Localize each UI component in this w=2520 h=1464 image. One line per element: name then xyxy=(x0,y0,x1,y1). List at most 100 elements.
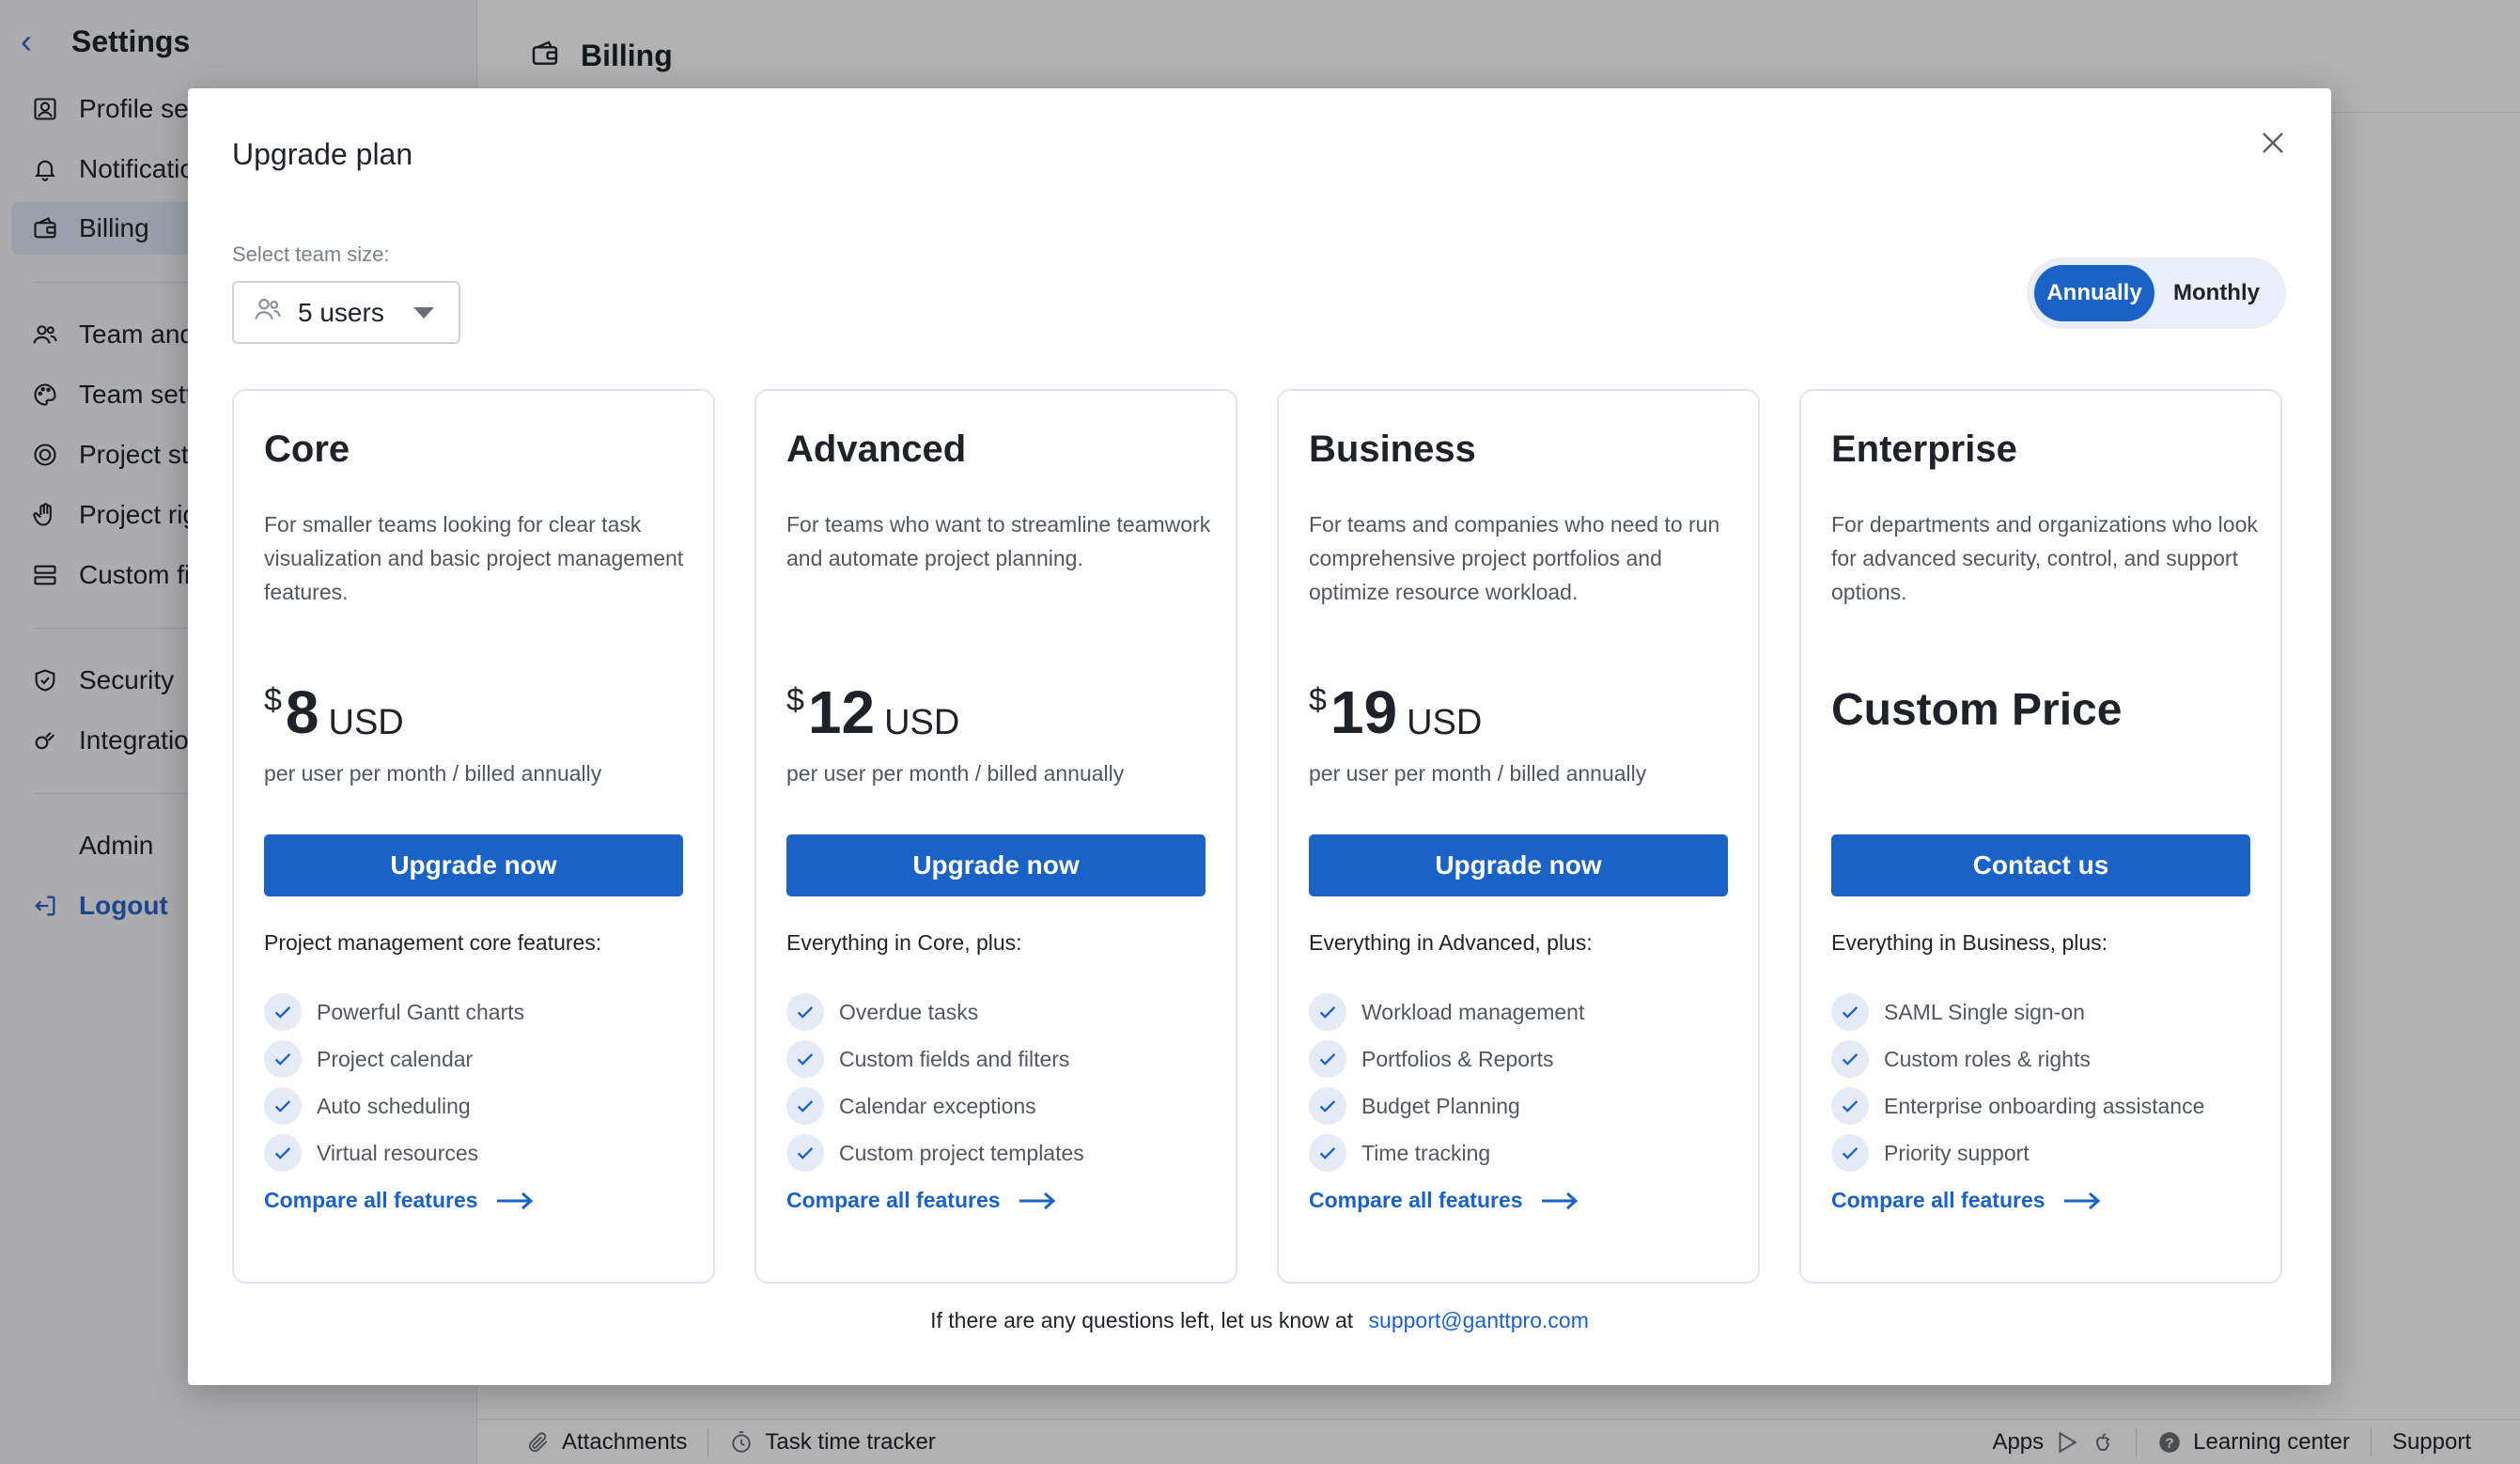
plan-description: For teams who want to streamline teamwor… xyxy=(786,512,1211,570)
support-note-text: If there are any questions left, let us … xyxy=(930,1308,1354,1332)
check-icon xyxy=(1309,993,1346,1031)
upgrade-now-button[interactable]: Upgrade now xyxy=(1309,834,1728,896)
compare-label: Compare all features xyxy=(1831,1188,2046,1212)
price-currency: $ xyxy=(1309,682,1327,718)
feature-list: SAML Single sign-on Custom roles & right… xyxy=(1831,989,2204,1176)
compare-features-link[interactable]: Compare all features xyxy=(786,1188,1057,1213)
feature-item: Virtual resources xyxy=(264,1129,524,1176)
close-icon xyxy=(2263,132,2283,153)
feature-label: Powerful Gantt charts xyxy=(317,999,525,1024)
check-icon xyxy=(264,1134,302,1172)
feature-label: Virtual resources xyxy=(317,1140,479,1165)
feature-item: Auto scheduling xyxy=(264,1082,524,1129)
plan-name: Business xyxy=(1309,428,1476,470)
plan-description: For departments and organizations who lo… xyxy=(1831,512,2258,604)
support-note: If there are any questions left, let us … xyxy=(188,1308,2331,1333)
feature-list: Powerful Gantt charts Project calendar A… xyxy=(264,989,524,1176)
check-icon xyxy=(786,1040,824,1078)
modal-title: Upgrade plan xyxy=(232,137,413,171)
toggle-monthly[interactable]: Monthly xyxy=(2154,265,2279,321)
arrow-right-icon xyxy=(496,1191,533,1209)
feature-label: Project calendar xyxy=(317,1046,474,1071)
feature-label: Time tracking xyxy=(1361,1140,1491,1165)
plan-name: Enterprise xyxy=(1831,428,2017,470)
plan-description: For smaller teams looking for clear task… xyxy=(264,512,684,604)
feature-label: SAML Single sign-on xyxy=(1884,999,2085,1024)
compare-label: Compare all features xyxy=(786,1188,1001,1212)
arrow-right-icon xyxy=(1541,1191,1578,1209)
upgrade-now-button[interactable]: Upgrade now xyxy=(786,834,1206,896)
price-note: per user per month / billed annually xyxy=(1309,761,1647,786)
feature-label: Workload management xyxy=(1361,999,1585,1024)
price-amount: 12 xyxy=(807,678,876,746)
feature-label: Priority support xyxy=(1884,1140,2030,1165)
feature-item: Calendar exceptions xyxy=(786,1082,1084,1129)
check-icon xyxy=(1831,1040,1869,1078)
plan-cards: Core For smaller teams looking for clear… xyxy=(232,389,2282,1284)
arrow-right-icon xyxy=(2063,1191,2100,1209)
custom-price: Custom Price xyxy=(1831,685,2123,735)
plan-price: $ 19 USD xyxy=(1309,678,1482,746)
price-unit: USD xyxy=(328,703,404,742)
plan-price: $ 8 USD xyxy=(264,678,404,746)
check-icon xyxy=(264,1087,302,1125)
check-icon xyxy=(786,993,824,1031)
feature-label: Enterprise onboarding assistance xyxy=(1884,1093,2205,1118)
caret-down-icon xyxy=(413,307,434,319)
feature-item: Overdue tasks xyxy=(786,989,1084,1036)
upgrade-now-button[interactable]: Upgrade now xyxy=(264,834,683,896)
price-unit: USD xyxy=(1407,703,1483,742)
users-icon xyxy=(253,294,283,331)
check-icon xyxy=(264,1040,302,1078)
compare-features-link[interactable]: Compare all features xyxy=(1831,1188,2102,1213)
feature-item: Custom roles & rights xyxy=(1831,1036,2204,1082)
feature-list: Overdue tasks Custom fields and filters … xyxy=(786,989,1084,1176)
price-amount: 19 xyxy=(1330,678,1398,746)
feature-label: Portfolios & Reports xyxy=(1361,1046,1554,1071)
compare-features-link[interactable]: Compare all features xyxy=(1309,1188,1579,1213)
support-email-link[interactable]: support@ganttpro.com xyxy=(1369,1308,1589,1332)
price-currency: $ xyxy=(264,682,282,718)
check-icon xyxy=(1309,1040,1346,1078)
check-icon xyxy=(1309,1134,1346,1172)
feature-item: Enterprise onboarding assistance xyxy=(1831,1082,2204,1129)
arrow-right-icon xyxy=(1019,1191,1055,1209)
toggle-annually[interactable]: Annually xyxy=(2034,265,2154,321)
feature-item: Workload management xyxy=(1309,989,1584,1036)
upgrade-plan-modal: Upgrade plan Select team size: 5 users A… xyxy=(188,88,2331,1385)
features-heading: Everything in Advanced, plus: xyxy=(1309,930,1593,955)
feature-item: Custom fields and filters xyxy=(786,1036,1084,1082)
billing-period-toggle[interactable]: Annually Monthly xyxy=(2027,257,2286,329)
feature-item: Custom project templates xyxy=(786,1129,1084,1176)
feature-label: Auto scheduling xyxy=(317,1093,471,1118)
plan-price: $ 12 USD xyxy=(786,678,959,746)
feature-item: Powerful Gantt charts xyxy=(264,989,524,1036)
plan-name: Advanced xyxy=(786,428,967,470)
check-icon xyxy=(1831,993,1869,1031)
contact-us-button[interactable]: Contact us xyxy=(1831,834,2250,896)
feature-item: SAML Single sign-on xyxy=(1831,989,2204,1036)
feature-label: Custom roles & rights xyxy=(1884,1046,2091,1071)
compare-features-link[interactable]: Compare all features xyxy=(264,1188,535,1213)
compare-label: Compare all features xyxy=(264,1188,478,1212)
check-icon xyxy=(786,1134,824,1172)
feature-item: Priority support xyxy=(1831,1129,2204,1176)
plan-name: Core xyxy=(264,428,350,470)
check-icon xyxy=(264,993,302,1031)
price-note: per user per month / billed annually xyxy=(786,761,1125,786)
feature-item: Project calendar xyxy=(264,1036,524,1082)
feature-item: Portfolios & Reports xyxy=(1309,1036,1584,1082)
check-icon xyxy=(786,1087,824,1125)
feature-item: Time tracking xyxy=(1309,1129,1584,1176)
plan-card-core: Core For smaller teams looking for clear… xyxy=(232,389,715,1284)
check-icon xyxy=(1309,1087,1346,1125)
check-icon xyxy=(1831,1134,1869,1172)
team-size-select[interactable]: 5 users xyxy=(232,281,460,344)
features-heading: Everything in Business, plus: xyxy=(1831,930,2108,955)
feature-list: Workload management Portfolios & Reports… xyxy=(1309,989,1584,1176)
check-icon xyxy=(1831,1087,1869,1125)
close-button[interactable] xyxy=(2252,122,2294,164)
team-size-label: Select team size: xyxy=(232,242,390,266)
feature-label: Custom fields and filters xyxy=(839,1046,1070,1071)
features-heading: Everything in Core, plus: xyxy=(786,930,1022,955)
